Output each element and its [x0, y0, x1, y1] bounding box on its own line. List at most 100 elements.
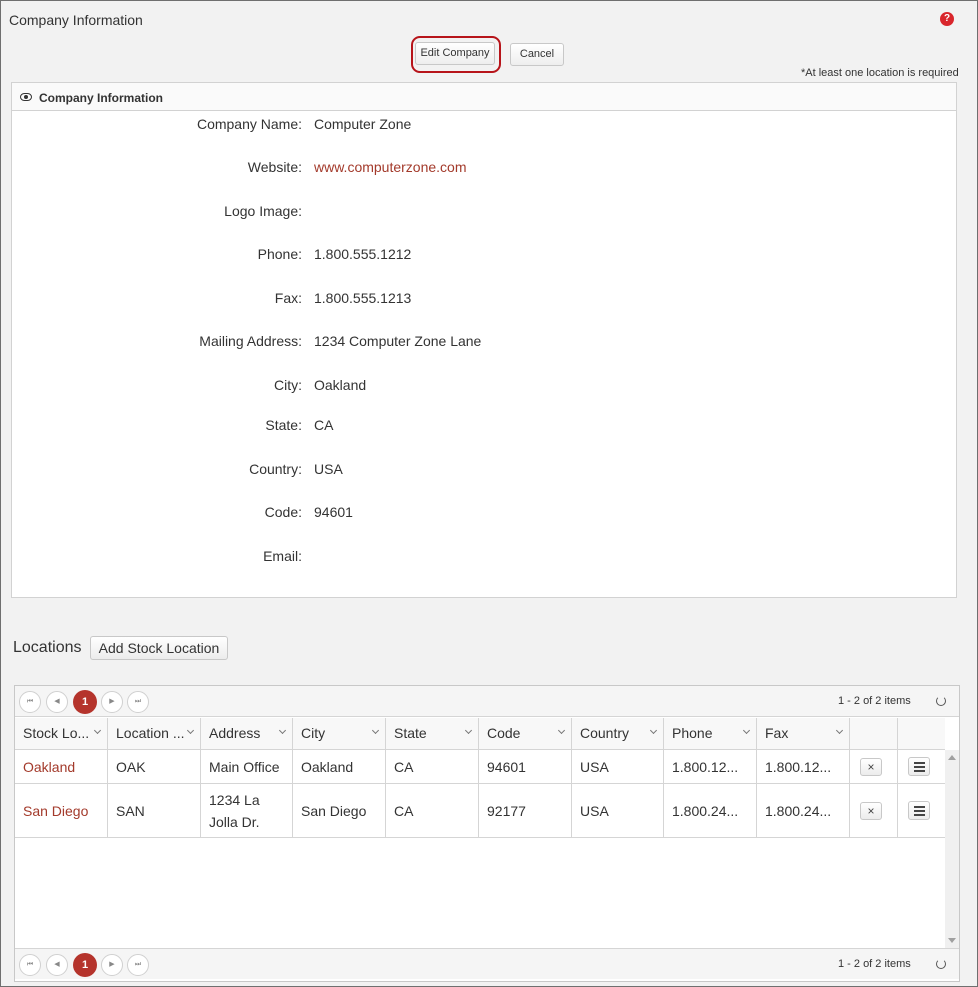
field-logo-image: Logo Image:	[12, 203, 952, 223]
row-menu-button[interactable]	[908, 800, 930, 820]
first-page-icon[interactable]: ⏮	[19, 691, 41, 713]
last-page-icon[interactable]: ⏭	[127, 691, 149, 713]
last-page-icon[interactable]: ⏭	[127, 954, 149, 976]
cell-text: CA	[394, 758, 414, 775]
prev-page-icon[interactable]: ◀	[46, 691, 68, 713]
chevron-down-icon[interactable]	[186, 726, 195, 735]
cell-phone: 1.800.12...	[664, 750, 757, 783]
panel-header[interactable]: Company Information	[12, 83, 956, 111]
cancel-button[interactable]: Cancel	[510, 43, 564, 66]
cell-text: 92177	[487, 802, 526, 819]
field-mailing-address: Mailing Address: 1234 Computer Zone Lane	[12, 333, 952, 353]
cell-text: CA	[394, 802, 414, 819]
stock-location-link[interactable]: Oakland	[23, 756, 75, 778]
chevron-down-icon[interactable]	[371, 726, 380, 735]
pager-info: 1 - 2 of 2 items	[838, 958, 911, 970]
column-header-stock-location[interactable]: Stock Lo...	[15, 718, 108, 750]
cell-city: Oakland	[293, 750, 386, 783]
grid-header: Stock Lo... Location ... Address City St…	[15, 718, 945, 750]
current-page-button[interactable]: 1	[73, 690, 97, 714]
row-menu-button[interactable]	[908, 756, 930, 776]
field-value: 94601	[314, 504, 353, 520]
current-page-button[interactable]: 1	[73, 953, 97, 977]
chevron-down-icon[interactable]	[557, 726, 566, 735]
cell-menu	[898, 750, 945, 783]
refresh-icon[interactable]	[936, 959, 946, 969]
edit-company-button[interactable]: Edit Company	[415, 42, 495, 65]
field-code: Code: 94601	[12, 504, 952, 524]
chevron-down-icon[interactable]	[278, 726, 287, 735]
prev-page-icon[interactable]: ◀	[46, 954, 68, 976]
field-label: Company Name:	[196, 116, 302, 132]
field-label: State:	[265, 417, 302, 433]
stock-location-link[interactable]: San Diego	[23, 800, 88, 822]
cell-text: 1.800.12...	[765, 758, 832, 775]
column-header-country[interactable]: Country	[572, 718, 664, 750]
panel-title: Company Information	[39, 91, 164, 105]
cell-text: San Diego	[301, 802, 367, 819]
scroll-up-icon[interactable]	[948, 755, 956, 760]
delete-row-button[interactable]: ×	[860, 757, 882, 776]
column-header-location-code[interactable]: Location ...	[108, 718, 201, 750]
column-header-fax[interactable]: Fax	[757, 718, 850, 750]
column-header-code[interactable]: Code	[479, 718, 572, 750]
cell-text: USA	[580, 802, 609, 819]
field-label: Website:	[247, 159, 302, 175]
add-stock-location-button[interactable]: Add Stock Location	[90, 636, 228, 660]
required-note: *At least one location is required	[801, 67, 959, 79]
field-fax: Fax: 1.800.555.1213	[12, 290, 952, 310]
cell-text: USA	[580, 758, 609, 775]
locations-grid: ⏮ ◀ 1 ▶ ⏭ 1 - 2 of 2 items Stock Lo... L…	[14, 685, 960, 982]
table-row[interactable]: San Diego SAN 1234 La Jolla Dr. San Dieg…	[15, 784, 945, 838]
first-page-icon[interactable]: ⏮	[19, 954, 41, 976]
column-header-state[interactable]: State	[386, 718, 479, 750]
help-icon[interactable]: ?	[940, 12, 954, 26]
chevron-down-icon[interactable]	[649, 726, 658, 735]
refresh-icon[interactable]	[936, 696, 946, 706]
company-info-window: Company Information ? Edit Company Cance…	[0, 0, 978, 987]
field-label: Fax:	[274, 290, 302, 306]
field-label: Logo Image:	[224, 203, 302, 219]
chevron-down-icon[interactable]	[93, 726, 102, 735]
chevron-down-icon[interactable]	[742, 726, 751, 735]
cell-country: USA	[572, 750, 664, 783]
column-header-phone[interactable]: Phone	[664, 718, 757, 750]
cell-address: Main Office	[201, 750, 293, 783]
cell-text: 1234 La Jolla Dr.	[209, 791, 260, 830]
next-page-icon[interactable]: ▶	[101, 691, 123, 713]
column-header-city[interactable]: City	[293, 718, 386, 750]
cell-text: Main Office	[209, 758, 280, 775]
locations-title: Locations	[13, 639, 82, 656]
cell-text: SAN	[116, 802, 145, 819]
cell-location-code: SAN	[108, 784, 201, 837]
chevron-down-icon[interactable]	[835, 726, 844, 735]
pager-info: 1 - 2 of 2 items	[838, 695, 911, 707]
grid-scrollbar[interactable]	[945, 750, 959, 948]
chevron-down-icon[interactable]	[464, 726, 473, 735]
field-phone: Phone: 1.800.555.1212	[12, 246, 952, 266]
cell-text: 1.800.24...	[765, 802, 832, 819]
next-page-icon[interactable]: ▶	[101, 954, 123, 976]
cell-state: CA	[386, 784, 479, 837]
field-email: Email:	[12, 548, 952, 568]
website-link[interactable]: www.computerzone.com	[314, 159, 467, 175]
column-header-label: City	[301, 725, 326, 741]
cell-code: 92177	[479, 784, 572, 837]
cell-fax: 1.800.12...	[757, 750, 850, 783]
delete-row-button[interactable]: ×	[860, 801, 882, 820]
field-label: Phone:	[257, 246, 302, 262]
column-header-label: Location ...	[116, 725, 185, 741]
scroll-down-icon[interactable]	[948, 938, 956, 943]
table-row[interactable]: Oakland OAK Main Office Oakland CA 94601…	[15, 750, 945, 784]
cell-code: 94601	[479, 750, 572, 783]
page-title: Company Information	[9, 12, 143, 28]
cell-text: 94601	[487, 758, 526, 775]
company-info-panel: Company Information Company Name: Comput…	[11, 82, 957, 598]
cell-state: CA	[386, 750, 479, 783]
cell-fax: 1.800.24...	[757, 784, 850, 837]
cell-location-code: OAK	[108, 750, 201, 783]
cell-country: USA	[572, 784, 664, 837]
field-city: City: Oakland	[12, 377, 952, 397]
field-value: 1.800.555.1212	[314, 246, 412, 262]
column-header-address[interactable]: Address	[201, 718, 293, 750]
